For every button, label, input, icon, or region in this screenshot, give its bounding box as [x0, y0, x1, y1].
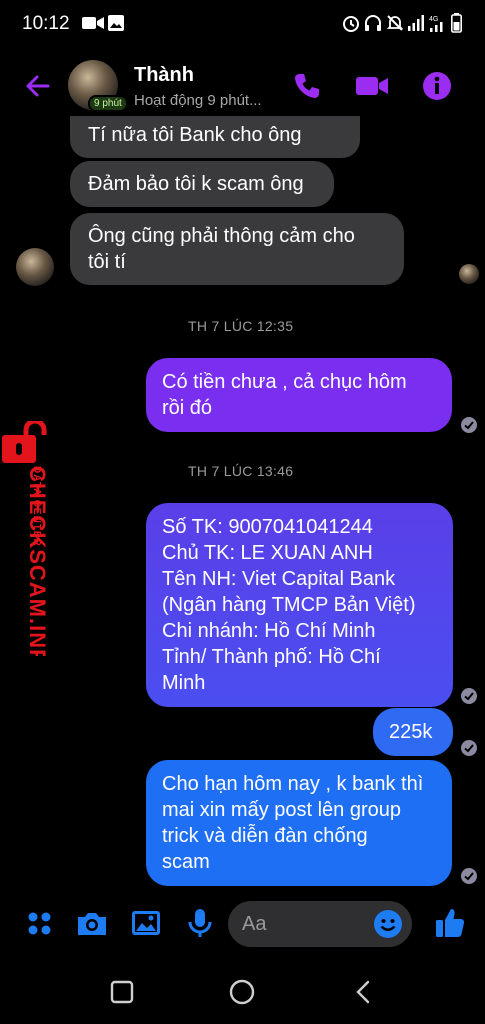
watermark-subtitle: DATA CENTER	[31, 466, 42, 547]
video-call-icon[interactable]	[355, 70, 388, 102]
sent-check-icon	[461, 417, 477, 433]
message-text: scam	[162, 851, 210, 873]
incoming-message[interactable]: Đảm bảo tôi k scam ông	[70, 161, 334, 207]
message-text: Đảm bảo tôi k scam ông	[88, 173, 304, 195]
read-receipt-avatar	[459, 264, 479, 284]
thumbs-up-icon[interactable]	[432, 905, 468, 941]
svg-text:4G: 4G	[429, 16, 438, 23]
gallery-icon	[108, 13, 124, 33]
watermark-sub: DATA CENTER	[28, 466, 42, 566]
camera-icon[interactable]	[74, 905, 110, 941]
headphones-icon	[364, 13, 382, 33]
message-text: Tỉnh/ Thành phố: Hồ Chí	[162, 646, 381, 668]
phone-call-icon[interactable]	[291, 70, 323, 102]
sender-avatar[interactable]	[16, 248, 54, 286]
4g-signal-icon: 4G	[429, 13, 445, 33]
active-time-badge: 9 phút	[88, 95, 128, 112]
message-text: Chi nhánh: Hồ Chí Minh	[162, 620, 376, 642]
outgoing-message[interactable]: Cho hạn hôm nay , k bank thì mai xin mấy…	[146, 760, 452, 886]
outgoing-message[interactable]: 225k	[373, 708, 453, 756]
message-text: Tên NH: Viet Capital Bank	[162, 568, 396, 590]
message-text: Ông cũng phải thông cảm cho	[88, 225, 355, 247]
status-time: 10:12	[22, 13, 70, 34]
bell-off-icon	[386, 13, 404, 33]
lock-logo-icon	[2, 418, 52, 463]
message-text: trick và diễn đàn chống	[162, 825, 368, 847]
message-text: Cho hạn hôm nay , k bank thì	[162, 773, 424, 795]
outgoing-message[interactable]: Số TK: 9007041041244 Chủ TK: LE XUAN ANH…	[146, 503, 453, 707]
back-arrow-icon[interactable]	[22, 70, 54, 102]
home-icon[interactable]	[228, 978, 256, 1006]
message-input-placeholder: Aa	[242, 913, 267, 935]
incoming-message[interactable]: Ông cũng phải thông cảm cho tôi tí	[70, 213, 404, 285]
message-text: Số TK: 9007041041244	[162, 516, 373, 538]
message-text: Minh	[162, 672, 206, 694]
signal-icon	[408, 13, 424, 33]
sent-check-icon	[461, 740, 477, 756]
outgoing-message[interactable]: Có tiền chưa , cả chục hôm rồi đó	[146, 358, 452, 432]
message-text: mai xin mấy post lên group	[162, 799, 402, 821]
recent-apps-icon[interactable]	[108, 978, 136, 1006]
alarm-icon	[342, 13, 360, 33]
battery-icon	[451, 13, 462, 33]
activity-status: Hoạt động 9 phút...	[134, 92, 262, 109]
message-text: tôi tí	[88, 251, 126, 273]
contact-name[interactable]: Thành	[134, 64, 194, 87]
timestamp: TH 7 LÚC 12:35	[188, 318, 294, 334]
video-camera-icon	[82, 13, 104, 33]
timestamp: TH 7 LÚC 13:46	[188, 463, 294, 479]
sent-check-icon	[461, 868, 477, 884]
image-icon[interactable]	[128, 905, 164, 941]
message-text: Tí nữa tôi Bank cho ông	[88, 124, 302, 146]
microphone-icon[interactable]	[182, 905, 218, 941]
message-text: Chủ TK: LE XUAN ANH	[162, 542, 373, 564]
menu-grid-icon[interactable]	[22, 905, 58, 941]
incoming-message[interactable]: Tí nữa tôi Bank cho ông	[70, 116, 360, 158]
emoji-icon[interactable]	[373, 909, 403, 939]
info-icon[interactable]	[421, 70, 453, 102]
message-text: rồi đó	[162, 397, 213, 419]
sent-check-icon	[461, 688, 477, 704]
back-nav-icon[interactable]	[350, 978, 378, 1006]
message-text: (Ngân hàng TMCP Bản Việt)	[162, 594, 416, 616]
message-text: 225k	[389, 721, 433, 743]
message-text: Có tiền chưa , cả chục hôm	[162, 371, 407, 393]
